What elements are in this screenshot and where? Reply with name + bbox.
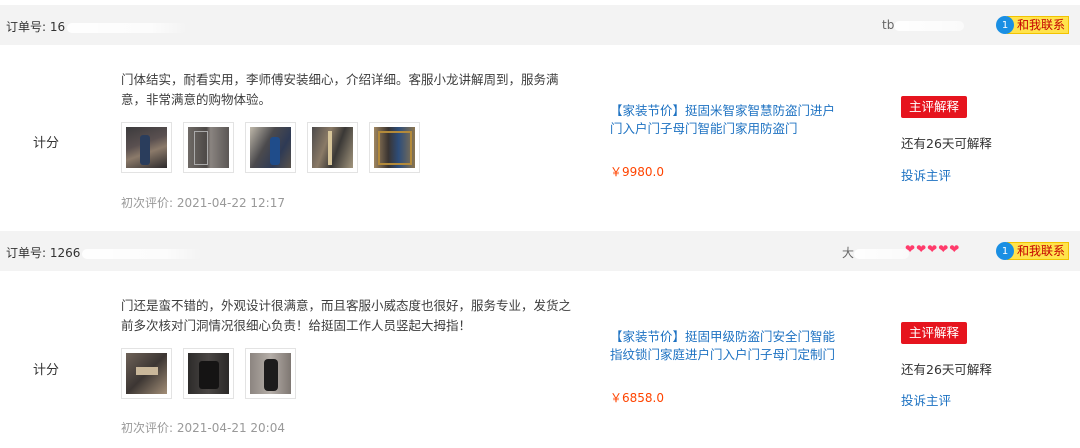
heart-icon: ❤ <box>938 242 949 256</box>
complain-review-link[interactable]: 投诉主评 <box>901 165 951 184</box>
first-review-time: 初次评价: 2021-04-22 12:17 <box>121 196 285 210</box>
product-title-link[interactable]: 【家装节价】挺固甲级防盗门安全门智能指纹锁门家庭进户门入户门子母门定制门 <box>610 328 845 364</box>
chat-bubble-icon: 1 <box>996 242 1014 260</box>
review-photo[interactable] <box>307 122 358 173</box>
review-row: 计分 门还是蛮不错的，外观设计很满意，而且客服小威态度也很好，服务专业，发货之前… <box>0 271 1080 448</box>
review-text: 门还是蛮不错的，外观设计很满意，而且客服小威态度也很好，服务专业，发货之前多次核… <box>121 298 572 333</box>
heart-icon: ❤ <box>905 242 916 256</box>
days-left-text: 还有26天可解释 <box>901 362 992 377</box>
score-label: 计分 <box>33 136 60 151</box>
explain-review-button[interactable]: 主评解释 <box>901 322 968 344</box>
complain-review-link[interactable]: 投诉主评 <box>901 390 951 409</box>
review-photo[interactable] <box>245 348 296 399</box>
days-left-text: 还有26天可解释 <box>901 136 992 151</box>
order-number: 订单号: 1266 <box>6 244 203 261</box>
contact-me-label: 和我联系 <box>1007 242 1070 260</box>
first-review-time: 初次评价: 2021-04-21 20:04 <box>121 421 285 435</box>
heart-icon: ❤ <box>949 242 960 256</box>
contact-me-label: 和我联系 <box>1007 16 1070 34</box>
review-photo[interactable] <box>183 348 234 399</box>
review-photo[interactable] <box>121 348 172 399</box>
review-text: 门体结实，耐看实用，李师傅安装细心，介绍详细。客服小龙讲解周到，服务满意，非常满… <box>121 72 559 107</box>
buyer-credit-level: ❤ ❤ ❤ ❤ ❤ <box>905 243 959 255</box>
contact-me-button[interactable]: 1 和我联系 <box>996 241 1070 261</box>
review-photo[interactable] <box>121 122 172 173</box>
order-number: 订单号: 16 <box>6 18 188 35</box>
explain-review-button[interactable]: 主评解释 <box>901 96 968 118</box>
review-photo[interactable] <box>245 122 296 173</box>
order-header: 订单号: 16 tb 1 和我联系 <box>0 5 1080 45</box>
chat-bubble-icon: 1 <box>996 16 1014 34</box>
product-price: ￥9980.0 <box>610 165 664 179</box>
review-photos <box>121 348 296 399</box>
review-row: 计分 门体结实，耐看实用，李师傅安装细心，介绍详细。客服小龙讲解周到，服务满意，… <box>0 45 1080 225</box>
heart-icon: ❤ <box>927 242 938 256</box>
score-label: 计分 <box>33 363 60 378</box>
review-photos <box>121 122 420 173</box>
review-photo[interactable] <box>183 122 234 173</box>
review-photo[interactable] <box>369 122 420 173</box>
heart-icon: ❤ <box>916 242 927 256</box>
order-header: 订单号: 1266 大 ❤ ❤ ❤ ❤ ❤ 1 和我联系 <box>0 231 1080 271</box>
buyer-name: 大 <box>842 244 910 261</box>
buyer-name: tb <box>882 18 965 32</box>
product-title-link[interactable]: 【家装节价】挺固米智家智慧防盗门进户门入户门子母门智能门家用防盗门 <box>610 102 845 138</box>
contact-me-button[interactable]: 1 和我联系 <box>996 15 1070 35</box>
product-price: ￥6858.0 <box>610 391 664 405</box>
